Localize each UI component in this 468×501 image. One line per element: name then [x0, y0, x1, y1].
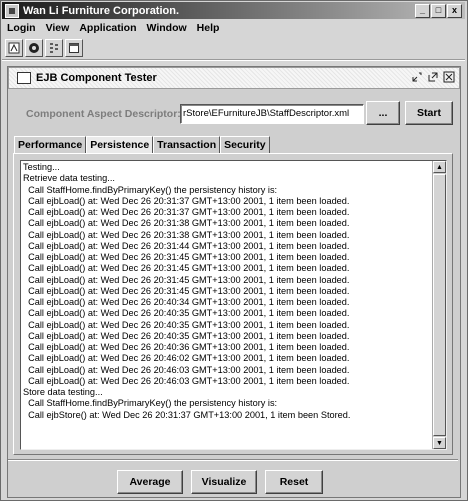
tab-transaction[interactable]: Transaction	[153, 136, 221, 154]
log-line: Call ejbStore() at: Wed Dec 26 20:31:37 …	[23, 409, 351, 420]
menu-help[interactable]: Help	[193, 22, 226, 34]
log-line: Call ejbLoad() at: Wed Dec 26 20:40:34 G…	[23, 297, 350, 307]
log-line: Call ejbLoad() at: Wed Dec 26 20:31:37 G…	[23, 195, 350, 206]
frame-icon	[17, 72, 31, 84]
menu-window[interactable]: Window	[143, 22, 193, 34]
app-icon	[5, 3, 19, 18]
log-line: Call ejbLoad() at: Wed Dec 26 20:40:35 G…	[23, 330, 350, 341]
minimize-icon[interactable]	[411, 71, 423, 83]
log-line: Testing...	[23, 162, 60, 172]
descriptor-label: Component Aspect Descriptor:	[26, 108, 181, 120]
toolbar	[5, 39, 83, 57]
settings-icon[interactable]	[25, 39, 43, 57]
persistence-panel: Testing... Retrieve data testing... Call …	[13, 153, 453, 455]
log-line: Call ejbLoad() at: Wed Dec 26 20:31:45 G…	[23, 252, 350, 262]
tab-security[interactable]: Security	[220, 136, 270, 154]
maximize-icon[interactable]	[427, 71, 439, 83]
log-line: Call StaffHome.findByPrimaryKey() the pe…	[23, 398, 278, 409]
window-title: Wan Li Furniture Corporation.	[23, 4, 180, 17]
menu-application[interactable]: Application	[75, 22, 142, 34]
scroll-up-icon[interactable]: ▲	[433, 161, 446, 173]
button-divider	[8, 459, 458, 461]
log-line: Call ejbLoad() at: Wed Dec 26 20:46:03 G…	[23, 375, 350, 386]
visualize-button[interactable]: Visualize	[191, 470, 257, 494]
menubar: Login View Application Window Help	[2, 20, 465, 36]
log-line: Call StaffHome.findByPrimaryKey() the pe…	[23, 184, 278, 195]
tab-strip: Performance Persistence Transaction Secu…	[14, 136, 270, 155]
menu-login[interactable]: Login	[2, 22, 42, 34]
application-window: Wan Li Furniture Corporation. _ □ x Logi…	[0, 0, 468, 501]
internal-frame-title: EJB Component Tester	[36, 72, 157, 84]
log-line: Call ejbLoad() at: Wed Dec 26 20:31:45 G…	[23, 285, 350, 296]
internal-frame-titlebar[interactable]: EJB Component Tester	[8, 67, 460, 89]
window-icon[interactable]	[65, 39, 83, 57]
close-icon[interactable]	[443, 71, 455, 83]
log-line: Retrieve data testing...	[23, 173, 115, 184]
log-line: Call ejbLoad() at: Wed Dec 26 20:31:38 G…	[23, 218, 350, 229]
log-line: Call ejbLoad() at: Wed Dec 26 20:46:02 G…	[23, 353, 350, 364]
start-button[interactable]: Start	[405, 101, 453, 125]
scroll-down-icon[interactable]: ▼	[433, 437, 446, 449]
maximize-button[interactable]: □	[431, 4, 446, 18]
average-button[interactable]: Average	[117, 470, 183, 494]
log-line: Call ejbLoad() at: Wed Dec 26 20:31:44 G…	[23, 240, 350, 251]
log-text: Testing... Retrieve data testing... Call …	[23, 162, 427, 421]
log-line: Store data testing...	[23, 387, 103, 397]
browse-button[interactable]: ...	[366, 101, 400, 125]
log-line: Call ejbLoad() at: Wed Dec 26 20:31:45 G…	[23, 274, 350, 285]
log-line: Call ejbLoad() at: Wed Dec 26 20:31:37 G…	[23, 207, 350, 217]
log-line: Call ejbLoad() at: Wed Dec 26 20:31:38 G…	[23, 229, 350, 240]
window-titlebar[interactable]: Wan Li Furniture Corporation. _ □ x	[2, 2, 465, 19]
close-button[interactable]: x	[447, 4, 462, 18]
log-line: Call ejbLoad() at: Wed Dec 26 20:31:45 G…	[23, 263, 350, 274]
log-line: Call ejbLoad() at: Wed Dec 26 20:40:35 G…	[23, 319, 350, 330]
log-line: Call ejbLoad() at: Wed Dec 26 20:46:03 G…	[23, 364, 350, 375]
ejb-tester-frame: EJB Component Tester Component Aspect De…	[7, 66, 461, 498]
scroll-thumb[interactable]	[433, 174, 446, 436]
tree-icon[interactable]	[45, 39, 63, 57]
descriptor-path-field[interactable]: rStore\EFurnitureJB\StaffDescriptor.xml	[180, 104, 364, 124]
log-output[interactable]: Testing... Retrieve data testing... Call …	[20, 160, 447, 450]
menu-view[interactable]: View	[42, 22, 76, 34]
minimize-button[interactable]: _	[415, 4, 430, 18]
reset-button[interactable]: Reset	[265, 470, 323, 494]
toolbar-divider	[2, 59, 465, 61]
login-icon[interactable]	[5, 39, 23, 57]
vertical-scrollbar[interactable]: ▲ ▼	[432, 161, 446, 449]
log-line: Call ejbLoad() at: Wed Dec 26 20:40:36 G…	[23, 342, 350, 352]
log-line: Call ejbLoad() at: Wed Dec 26 20:40:35 G…	[23, 308, 350, 319]
tab-performance[interactable]: Performance	[14, 136, 87, 154]
